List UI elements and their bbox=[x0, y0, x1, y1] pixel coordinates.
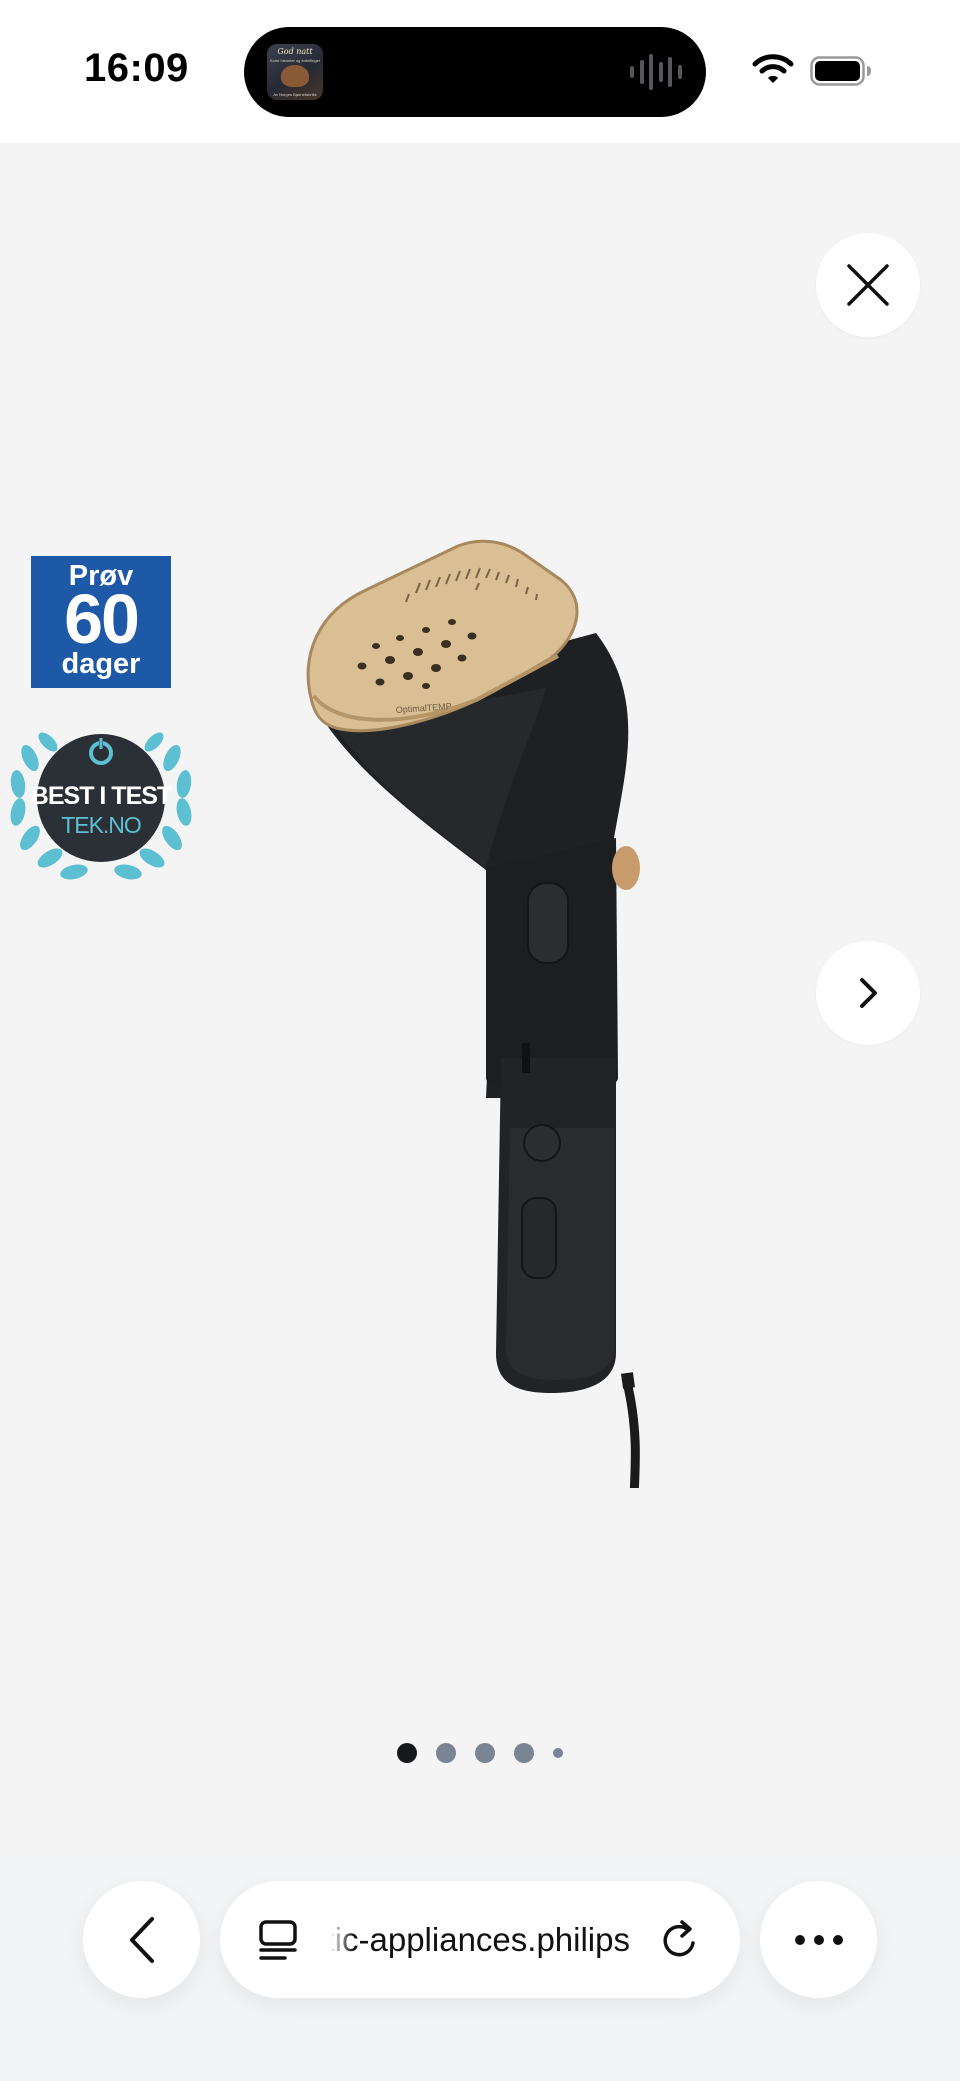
dynamic-island[interactable]: God natt Korte historier og fortellinger… bbox=[244, 27, 706, 117]
status-time: 16:09 bbox=[84, 46, 189, 90]
url-value: domestic-appliances.philips bbox=[330, 1921, 630, 1958]
more-options-button[interactable] bbox=[760, 1881, 877, 1998]
page-menu-icon[interactable] bbox=[258, 1919, 300, 1961]
award-line-1: BEST I TEST bbox=[30, 782, 172, 810]
reload-icon[interactable] bbox=[660, 1919, 702, 1961]
best-i-test-award-badge: BEST I TEST TEK.NO bbox=[2, 708, 200, 888]
wifi-icon bbox=[752, 54, 794, 83]
browser-back-button[interactable] bbox=[83, 1881, 200, 1998]
product-garment-steamer-image: OptimalTEMP bbox=[306, 539, 640, 1488]
now-playing-title: God natt bbox=[277, 47, 313, 56]
award-line-2: TEK.NO bbox=[61, 812, 142, 838]
audio-waveform-icon bbox=[630, 53, 682, 91]
address-bar[interactable]: domestic-appliances.philips bbox=[220, 1881, 740, 1998]
pagination-dot-1[interactable] bbox=[397, 1743, 417, 1763]
chevron-right-icon bbox=[860, 978, 877, 1008]
pagination-dot-2[interactable] bbox=[436, 1743, 456, 1763]
pagination-dot-3[interactable] bbox=[475, 1743, 495, 1763]
now-playing-subtitle: Korte historier og fortellinger bbox=[269, 58, 321, 63]
ellipsis-icon bbox=[794, 1934, 843, 1945]
next-image-button[interactable] bbox=[816, 941, 920, 1045]
trial-60-days-badge: Prøv 60 dager bbox=[31, 556, 171, 688]
pagination-dot-more[interactable] bbox=[553, 1748, 563, 1758]
image-gallery: Prøv 60 dager BEST I TEST TEK.NO Optimal… bbox=[0, 143, 960, 2081]
artwork-figure bbox=[281, 65, 309, 87]
battery-icon bbox=[810, 56, 871, 86]
pagination-dot-4[interactable] bbox=[514, 1743, 534, 1763]
status-bar: 16:09 God natt Korte historier og fortel… bbox=[0, 0, 960, 143]
url-text: domestic-appliances.philips bbox=[330, 1915, 630, 1965]
now-playing-footer: Av Norges Bjørnefabrikk bbox=[273, 92, 317, 97]
trial-badge-bottom: dager bbox=[61, 648, 141, 680]
chevron-left-icon bbox=[129, 1916, 154, 1963]
close-icon bbox=[847, 264, 889, 306]
now-playing-artwork: God natt Korte historier og fortellinger… bbox=[267, 44, 323, 100]
trial-badge-number: 60 bbox=[64, 580, 140, 658]
close-button[interactable] bbox=[816, 233, 920, 337]
gallery-pagination bbox=[0, 1740, 960, 1766]
